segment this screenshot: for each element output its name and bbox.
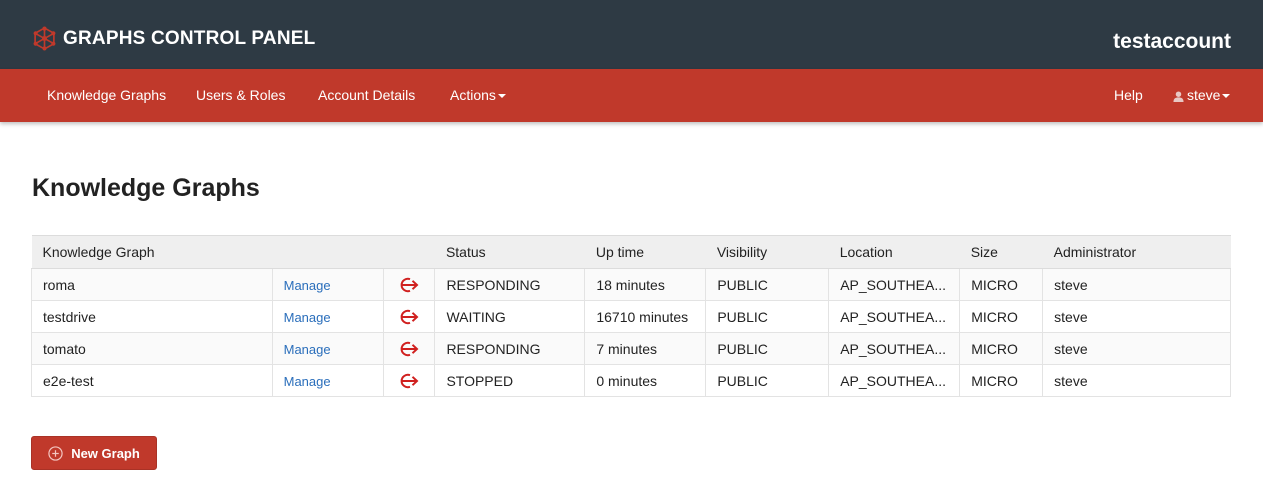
graph-location: AP_SOUTHEA... <box>828 300 961 333</box>
graph-uptime: 7 minutes <box>584 332 707 365</box>
sign-in-arrow-icon[interactable] <box>397 372 421 390</box>
graph-administrator: steve <box>1042 300 1231 333</box>
graph-status: RESPONDING <box>434 332 586 365</box>
main-nav: Knowledge Graphs Users & Roles Account D… <box>0 69 1263 122</box>
manage-link[interactable]: Manage <box>284 310 331 325</box>
graph-location: AP_SOUTHEA... <box>828 332 961 365</box>
manage-link[interactable]: Manage <box>284 278 331 293</box>
nav-account-details[interactable]: Account Details <box>318 69 415 122</box>
user-icon <box>1173 91 1184 102</box>
sign-in-arrow-icon[interactable] <box>397 308 421 326</box>
graph-location: AP_SOUTHEA... <box>828 268 961 301</box>
graph-status: WAITING <box>434 300 586 333</box>
user-menu-label: steve <box>1187 87 1221 103</box>
top-header: GRAPHS CONTROL PANEL testaccount <box>0 0 1263 69</box>
column-header-signin <box>383 235 435 269</box>
table-row: e2e-test Manage STOPPED 0 minutes PUBLIC… <box>31 364 1231 397</box>
graph-name: roma <box>31 268 273 301</box>
table-header-row: Knowledge Graph Status Up time Visibilit… <box>31 235 1231 269</box>
graph-visibility: PUBLIC <box>705 332 830 365</box>
brand[interactable]: GRAPHS CONTROL PANEL <box>32 26 315 51</box>
nav-actions-dropdown[interactable]: Actions <box>450 69 506 122</box>
graph-size: MICRO <box>959 300 1044 333</box>
graph-size: MICRO <box>959 268 1044 301</box>
new-graph-button[interactable]: New Graph <box>31 436 157 470</box>
table-row: testdrive Manage WAITING 16710 minutes P… <box>31 300 1231 333</box>
column-header-knowledge-graph: Knowledge Graph <box>31 235 273 269</box>
graph-visibility: PUBLIC <box>705 300 830 333</box>
column-header-visibility: Visibility <box>705 235 829 269</box>
table-row: roma Manage RESPONDING 18 minutes PUBLIC… <box>31 268 1231 301</box>
account-name: testaccount <box>1113 30 1231 53</box>
nav-actions-label: Actions <box>450 87 496 103</box>
graph-name: e2e-test <box>31 364 273 397</box>
graph-administrator: steve <box>1042 332 1231 365</box>
brand-title: GRAPHS CONTROL PANEL <box>63 27 316 49</box>
graph-status: RESPONDING <box>434 268 586 301</box>
graph-visibility: PUBLIC <box>705 364 830 397</box>
caret-down-icon <box>1222 94 1231 99</box>
nav-help[interactable]: Help <box>1114 69 1143 122</box>
graph-size: MICRO <box>959 332 1044 365</box>
user-menu-dropdown[interactable]: steve <box>1173 69 1231 122</box>
graph-uptime: 16710 minutes <box>584 300 707 333</box>
graph-name: testdrive <box>31 300 273 333</box>
new-graph-label: New Graph <box>71 445 140 461</box>
column-header-status: Status <box>434 235 585 269</box>
column-header-location: Location <box>828 235 960 269</box>
graph-size: MICRO <box>959 364 1044 397</box>
graph-visibility: PUBLIC <box>705 268 830 301</box>
column-header-size: Size <box>959 235 1043 269</box>
graph-network-icon <box>33 26 56 51</box>
knowledge-graphs-table: Knowledge Graph Status Up time Visibilit… <box>31 235 1231 397</box>
manage-link[interactable]: Manage <box>284 374 331 389</box>
page-title: Knowledge Graphs <box>32 174 260 202</box>
plus-circle-icon <box>48 445 63 461</box>
graph-uptime: 18 minutes <box>584 268 707 301</box>
column-header-manage <box>272 235 384 269</box>
column-header-uptime: Up time <box>584 235 706 269</box>
nav-knowledge-graphs[interactable]: Knowledge Graphs <box>47 69 166 122</box>
sign-in-arrow-icon[interactable] <box>397 276 421 294</box>
graph-uptime: 0 minutes <box>584 364 707 397</box>
manage-link[interactable]: Manage <box>284 342 331 357</box>
nav-users-roles[interactable]: Users & Roles <box>196 69 285 122</box>
graph-administrator: steve <box>1042 268 1231 301</box>
graph-administrator: steve <box>1042 364 1231 397</box>
graph-name: tomato <box>31 332 273 365</box>
column-header-administrator: Administrator <box>1042 235 1231 269</box>
caret-down-icon <box>497 94 506 99</box>
graph-location: AP_SOUTHEA... <box>828 364 961 397</box>
graph-status: STOPPED <box>434 364 586 397</box>
table-row: tomato Manage RESPONDING 7 minutes PUBLI… <box>31 332 1231 365</box>
sign-in-arrow-icon[interactable] <box>397 340 421 358</box>
